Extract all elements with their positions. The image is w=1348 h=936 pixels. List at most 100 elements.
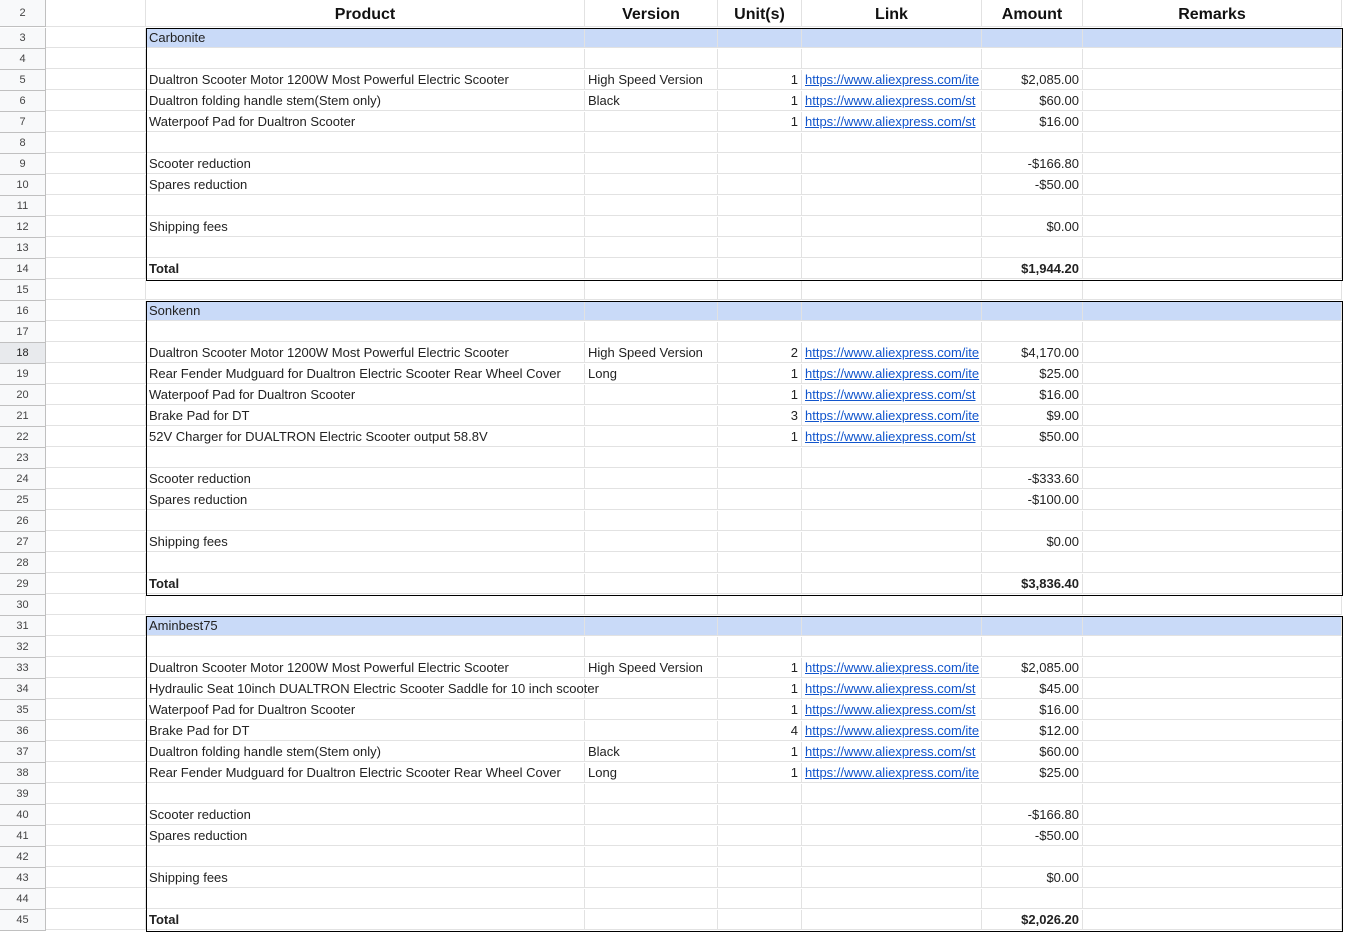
- total-label[interactable]: Total: [146, 910, 585, 930]
- product-link[interactable]: https://www.aliexpress.com/ite: [805, 366, 979, 381]
- cell-remarks[interactable]: [1083, 301, 1342, 321]
- cell-link[interactable]: https://www.aliexpress.com/st: [802, 700, 982, 720]
- cell-a[interactable]: [46, 532, 146, 552]
- cell-link[interactable]: [802, 616, 982, 636]
- cell-version[interactable]: [585, 616, 718, 636]
- cell-version[interactable]: [585, 910, 718, 930]
- cell-a[interactable]: [46, 553, 146, 573]
- group-name[interactable]: Carbonite: [146, 28, 585, 48]
- cell-link[interactable]: [802, 28, 982, 48]
- cell-version[interactable]: [585, 133, 718, 153]
- cell-link[interactable]: [802, 133, 982, 153]
- row-number[interactable]: 18: [0, 343, 46, 364]
- product-name[interactable]: Dualtron Scooter Motor 1200W Most Powerf…: [146, 343, 585, 363]
- cell-units[interactable]: [718, 910, 802, 930]
- version-value[interactable]: Long: [585, 364, 718, 384]
- cell-a[interactable]: [46, 196, 146, 216]
- version-value[interactable]: High Speed Version: [585, 658, 718, 678]
- cell-a[interactable]: [46, 259, 146, 279]
- cell-link[interactable]: https://www.aliexpress.com/ite: [802, 721, 982, 741]
- cell-units[interactable]: [718, 28, 802, 48]
- row-number[interactable]: 5: [0, 70, 46, 91]
- cell-a[interactable]: [46, 721, 146, 741]
- cell-a[interactable]: [46, 154, 146, 174]
- cell-product[interactable]: [146, 511, 585, 531]
- cell-units[interactable]: [718, 133, 802, 153]
- row-number[interactable]: 12: [0, 217, 46, 238]
- row-number[interactable]: 28: [0, 553, 46, 574]
- cell-remarks[interactable]: [1083, 238, 1342, 258]
- row-number[interactable]: 40: [0, 805, 46, 826]
- version-value[interactable]: [585, 427, 718, 447]
- cell-remarks[interactable]: [1083, 280, 1342, 300]
- cell-remarks[interactable]: [1083, 532, 1342, 552]
- product-link[interactable]: https://www.aliexpress.com/st: [805, 114, 976, 129]
- row-number[interactable]: 15: [0, 280, 46, 301]
- cell-link[interactable]: [802, 637, 982, 657]
- cell-a[interactable]: [46, 91, 146, 111]
- row-number[interactable]: 3: [0, 28, 46, 49]
- cell-product[interactable]: [146, 322, 585, 342]
- units-value[interactable]: 1: [718, 91, 802, 111]
- cell-units[interactable]: [718, 868, 802, 888]
- cell-a[interactable]: [46, 826, 146, 846]
- cell-link[interactable]: https://www.aliexpress.com/st: [802, 427, 982, 447]
- header-link[interactable]: Link: [802, 0, 982, 27]
- cell-version[interactable]: [585, 175, 718, 195]
- product-name[interactable]: Dualtron Scooter Motor 1200W Most Powerf…: [146, 70, 585, 90]
- cell-a[interactable]: [46, 49, 146, 69]
- cell-units[interactable]: [718, 301, 802, 321]
- cell-remarks[interactable]: [1083, 658, 1342, 678]
- cell-version[interactable]: [585, 511, 718, 531]
- cell-version[interactable]: [585, 448, 718, 468]
- units-value[interactable]: 1: [718, 70, 802, 90]
- product-name[interactable]: Brake Pad for DT: [146, 721, 585, 741]
- cell-units[interactable]: [718, 469, 802, 489]
- row-number[interactable]: 19: [0, 364, 46, 385]
- cell-product[interactable]: [146, 595, 585, 615]
- product-name[interactable]: Dualtron folding handle stem(Stem only): [146, 742, 585, 762]
- amount-value[interactable]: $25.00: [982, 763, 1083, 783]
- cell-a[interactable]: [46, 763, 146, 783]
- row-number[interactable]: 21: [0, 406, 46, 427]
- cell-product[interactable]: [146, 280, 585, 300]
- amount-value[interactable]: -$333.60: [982, 469, 1083, 489]
- cell-link[interactable]: [802, 322, 982, 342]
- cell-units[interactable]: [718, 889, 802, 909]
- amount-value[interactable]: $25.00: [982, 364, 1083, 384]
- cell-a[interactable]: [46, 805, 146, 825]
- cell-remarks[interactable]: [1083, 406, 1342, 426]
- cell-remarks[interactable]: [1083, 469, 1342, 489]
- cell-link[interactable]: https://www.aliexpress.com/st: [802, 91, 982, 111]
- cell-remarks[interactable]: [1083, 847, 1342, 867]
- amount-value[interactable]: $0.00: [982, 532, 1083, 552]
- cell-remarks[interactable]: [1083, 175, 1342, 195]
- units-value[interactable]: 1: [718, 679, 802, 699]
- cell-a[interactable]: [46, 700, 146, 720]
- cell-version[interactable]: [585, 826, 718, 846]
- cell-link[interactable]: [802, 553, 982, 573]
- product-link[interactable]: https://www.aliexpress.com/st: [805, 93, 976, 108]
- group-name[interactable]: Sonkenn: [146, 301, 585, 321]
- cell-remarks[interactable]: [1083, 448, 1342, 468]
- amount-value[interactable]: $16.00: [982, 700, 1083, 720]
- cell-a[interactable]: [46, 658, 146, 678]
- cell-remarks[interactable]: [1083, 49, 1342, 69]
- cell-amount[interactable]: [982, 280, 1083, 300]
- cell-link[interactable]: [802, 259, 982, 279]
- row-number[interactable]: 11: [0, 196, 46, 217]
- cell-link[interactable]: https://www.aliexpress.com/ite: [802, 343, 982, 363]
- cell-units[interactable]: [718, 637, 802, 657]
- cell-units[interactable]: [718, 259, 802, 279]
- cell-remarks[interactable]: [1083, 763, 1342, 783]
- cell-link[interactable]: [802, 574, 982, 594]
- cell-a[interactable]: [46, 217, 146, 237]
- cell-a[interactable]: [46, 322, 146, 342]
- amount-value[interactable]: $50.00: [982, 427, 1083, 447]
- product-name[interactable]: 52V Charger for DUALTRON Electric Scoote…: [146, 427, 585, 447]
- units-value[interactable]: 1: [718, 112, 802, 132]
- cell-link[interactable]: [802, 826, 982, 846]
- header-version[interactable]: Version: [585, 0, 718, 27]
- amount-value[interactable]: $12.00: [982, 721, 1083, 741]
- units-value[interactable]: 3: [718, 406, 802, 426]
